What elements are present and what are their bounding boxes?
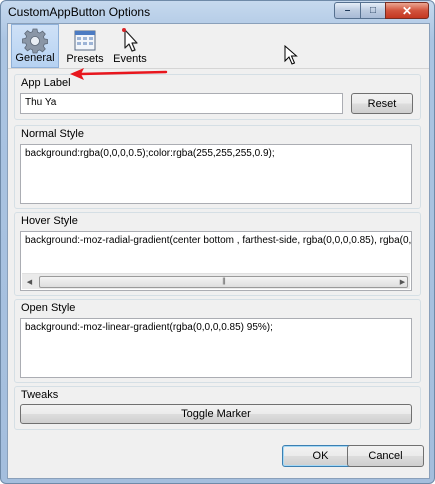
close-button[interactable]: ✕ <box>385 2 429 19</box>
mouse-cursor-icon <box>284 45 298 65</box>
cancel-button[interactable]: Cancel <box>347 445 424 467</box>
ok-button-label: OK <box>312 450 329 462</box>
open-style-group: Open Style background:-moz-linear-gradie… <box>14 299 421 383</box>
tab-presets[interactable]: Presets <box>62 24 108 68</box>
tab-events[interactable]: Events <box>109 24 151 68</box>
scrollbar-thumb[interactable]: ||| <box>39 276 408 288</box>
options-window: CustomAppButton Options – □ ✕ General Pr… <box>0 0 435 484</box>
normal-style-textarea[interactable]: background:rgba(0,0,0,0.5);color:rgba(25… <box>20 144 412 204</box>
maximize-button[interactable]: □ <box>360 2 385 19</box>
title-bar[interactable]: CustomAppButton Options – □ ✕ <box>1 1 434 23</box>
caption-buttons: – □ ✕ <box>334 2 429 19</box>
presets-icon <box>72 27 98 56</box>
hover-style-scrollbar[interactable]: ◀ ||| ▶ <box>22 273 410 289</box>
normal-style-title: Normal Style <box>21 128 84 140</box>
window-title: CustomAppButton Options <box>8 5 151 19</box>
hover-style-value: background:-moz-radial-gradient(center b… <box>25 235 412 246</box>
app-label-title: App Label <box>21 77 71 89</box>
hover-style-group: Hover Style background:-moz-radial-gradi… <box>14 212 421 296</box>
minimize-button[interactable]: – <box>334 2 360 19</box>
maximize-icon: □ <box>369 5 377 16</box>
reset-button-label: Reset <box>367 97 397 110</box>
toggle-marker-button[interactable]: Toggle Marker <box>20 404 412 424</box>
cancel-button-label: Cancel <box>368 450 403 462</box>
scroll-right-icon[interactable]: ▶ <box>395 274 410 289</box>
minimize-icon: – <box>344 5 351 16</box>
scroll-left-icon[interactable]: ◀ <box>22 274 37 289</box>
open-style-title: Open Style <box>21 302 76 314</box>
tab-general-label: General <box>15 52 55 64</box>
hover-style-title: Hover Style <box>21 215 78 227</box>
tab-general[interactable]: General <box>11 24 59 68</box>
dialog-client-area: General Presets Events App Label Thu Ya … <box>7 23 430 479</box>
pane-toolbar: General Presets Events <box>8 24 429 69</box>
tab-presets-label: Presets <box>66 53 104 65</box>
hover-style-textarea[interactable]: background:-moz-radial-gradient(center b… <box>20 231 412 291</box>
toggle-marker-label: Toggle Marker <box>181 408 251 420</box>
app-label-input[interactable]: Thu Ya <box>20 93 343 114</box>
tweaks-group: Tweaks Toggle Marker <box>14 386 421 430</box>
tab-events-label: Events <box>113 53 147 65</box>
open-style-textarea[interactable]: background:-moz-linear-gradient(rgba(0,0… <box>20 318 412 378</box>
events-icon <box>117 27 143 56</box>
annotation-arrow-icon <box>70 68 168 80</box>
grip-icon: ||| <box>222 278 226 285</box>
normal-style-group: Normal Style background:rgba(0,0,0,0.5);… <box>14 125 421 209</box>
close-icon: ✕ <box>401 3 413 18</box>
tweaks-title: Tweaks <box>21 389 59 401</box>
reset-button[interactable]: Reset <box>351 93 413 114</box>
